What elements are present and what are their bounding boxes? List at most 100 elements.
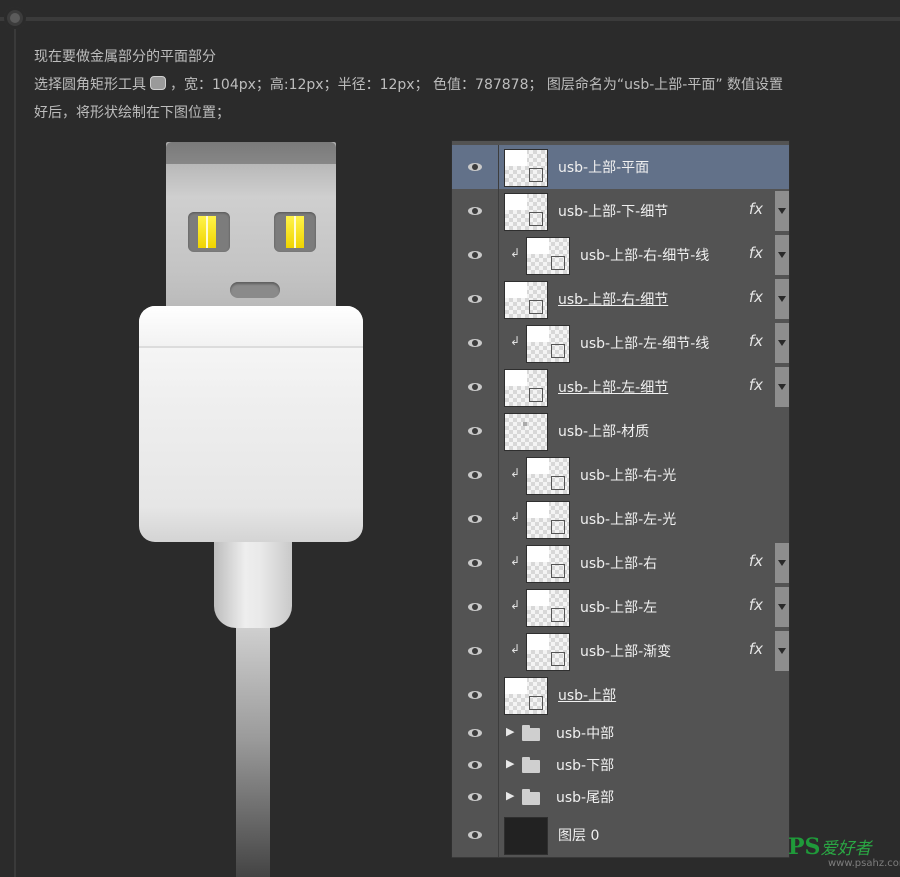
layer-row[interactable]: ↲ usb-上部-右 fx <box>452 541 789 586</box>
layer-row[interactable]: usb-上部-右-细节 fx <box>452 277 789 322</box>
vector-mask-icon <box>551 564 565 578</box>
layer-row[interactable]: ↲ usb-上部-右-光 <box>452 453 789 498</box>
layer-row[interactable]: usb-上部 <box>452 673 789 718</box>
layer-row[interactable]: usb-上部-平面 <box>452 145 789 190</box>
timeline-line <box>14 20 16 877</box>
effects-expand-arrow-icon[interactable] <box>775 191 789 231</box>
fx-icon: fx <box>748 640 763 658</box>
clipping-arrow-icon: ↲ <box>510 642 521 656</box>
layer-group-row[interactable]: ▶ usb-尾部 <box>452 781 789 814</box>
usb-metal-top <box>166 142 336 164</box>
eye-icon <box>468 515 482 523</box>
visibility-toggle[interactable] <box>452 497 499 541</box>
fx-icon: fx <box>748 200 763 218</box>
layer-name: usb-上部-材质 <box>558 424 650 440</box>
layer-thumbnail <box>526 589 570 627</box>
expand-triangle-icon[interactable]: ▶ <box>506 725 514 738</box>
effects-expand-arrow-icon[interactable] <box>775 235 789 275</box>
vector-mask-icon <box>529 388 543 402</box>
usb-cable <box>236 628 270 877</box>
visibility-toggle[interactable] <box>452 813 499 857</box>
visibility-toggle[interactable] <box>452 189 499 233</box>
thumbnail-shape <box>527 590 549 606</box>
layer-row[interactable]: usb-上部-左-细节 fx <box>452 365 789 410</box>
layer-thumbnail <box>504 193 548 231</box>
fx-icon: fx <box>748 552 763 570</box>
usb-neck <box>214 542 292 628</box>
thumbnail-dot <box>523 422 527 426</box>
layer-thumbnail <box>504 677 548 715</box>
clipping-arrow-icon: ↲ <box>510 466 521 480</box>
group-name: usb-中部 <box>556 726 615 742</box>
effects-expand-arrow-icon[interactable] <box>775 631 789 671</box>
visibility-toggle[interactable] <box>452 585 499 629</box>
watermark: PS爱好者 www.psahz.com <box>788 834 900 869</box>
thumbnail-shape <box>527 546 549 562</box>
watermark-cn: 爱好者 <box>820 839 872 859</box>
visibility-toggle[interactable] <box>452 673 499 717</box>
background-layer-row[interactable]: 图层 0 <box>452 813 789 858</box>
visibility-toggle[interactable] <box>452 365 499 409</box>
layer-name: usb-上部-左-细节 <box>558 380 669 396</box>
visibility-toggle[interactable] <box>452 233 499 277</box>
layer-row[interactable]: ↲ usb-上部-渐变 fx <box>452 629 789 674</box>
layer-row[interactable]: usb-上部-材质 <box>452 409 789 454</box>
visibility-toggle[interactable] <box>452 453 499 497</box>
timeline-bar <box>0 17 900 21</box>
visibility-toggle[interactable] <box>452 277 499 321</box>
group-name: usb-下部 <box>556 758 615 774</box>
layer-thumbnail <box>504 149 548 187</box>
clipping-arrow-icon: ↲ <box>510 598 521 612</box>
eye-icon <box>468 831 482 839</box>
expand-triangle-icon[interactable]: ▶ <box>506 789 514 802</box>
effects-expand-arrow-icon[interactable] <box>775 367 789 407</box>
group-name: usb-尾部 <box>556 790 615 806</box>
layer-row[interactable]: usb-上部-下-细节 fx <box>452 189 789 234</box>
effects-expand-arrow-icon[interactable] <box>775 279 789 319</box>
layer-thumbnail <box>526 545 570 583</box>
visibility-toggle[interactable] <box>452 749 499 781</box>
thumbnail-shape <box>527 502 549 518</box>
visibility-toggle[interactable] <box>452 321 499 365</box>
fx-icon: fx <box>748 596 763 614</box>
intro-line-2b: ，宽：104px；高:12px；半径：12px； 色值：787878； 图层命名… <box>170 77 784 93</box>
visibility-toggle[interactable] <box>452 781 499 813</box>
thumbnail-shape <box>527 326 549 342</box>
visibility-toggle[interactable] <box>452 409 499 453</box>
layer-group-row[interactable]: ▶ usb-中部 <box>452 717 789 750</box>
layer-name: 图层 0 <box>558 828 600 844</box>
effects-expand-arrow-icon[interactable] <box>775 543 789 583</box>
eye-icon <box>468 383 482 391</box>
thumbnail-shape <box>505 282 527 298</box>
visibility-toggle[interactable] <box>452 629 499 673</box>
intro-line-3: 好后，将形状绘制在下图位置； <box>34 105 230 121</box>
expand-triangle-icon[interactable]: ▶ <box>506 757 514 770</box>
eye-icon <box>468 207 482 215</box>
visibility-toggle[interactable] <box>452 717 499 749</box>
vector-mask-icon <box>551 256 565 270</box>
thumbnail-shape <box>505 370 527 386</box>
effects-expand-arrow-icon[interactable] <box>775 323 789 363</box>
layer-name: usb-上部-下-细节 <box>558 204 669 220</box>
fx-icon: fx <box>748 288 763 306</box>
eye-icon <box>468 793 482 801</box>
eye-icon <box>468 163 482 171</box>
usb-illustration <box>130 138 370 877</box>
visibility-toggle[interactable] <box>452 541 499 585</box>
vector-mask-icon <box>551 476 565 490</box>
clipping-arrow-icon: ↲ <box>510 334 521 348</box>
layer-group-row[interactable]: ▶ usb-下部 <box>452 749 789 782</box>
fx-icon: fx <box>748 376 763 394</box>
visibility-toggle[interactable] <box>452 145 499 189</box>
layer-thumbnail <box>526 325 570 363</box>
folder-icon <box>522 757 540 773</box>
eye-icon <box>468 339 482 347</box>
layer-row[interactable]: ↲ usb-上部-左-光 <box>452 497 789 542</box>
layer-name: usb-上部-右 <box>580 556 658 572</box>
layer-row[interactable]: ↲ usb-上部-右-细节-线 fx <box>452 233 789 278</box>
fx-icon: fx <box>748 332 763 350</box>
layer-row[interactable]: ↲ usb-上部-左 fx <box>452 585 789 630</box>
layer-row[interactable]: ↲ usb-上部-左-细节-线 fx <box>452 321 789 366</box>
effects-expand-arrow-icon[interactable] <box>775 587 789 627</box>
vector-mask-icon <box>551 652 565 666</box>
